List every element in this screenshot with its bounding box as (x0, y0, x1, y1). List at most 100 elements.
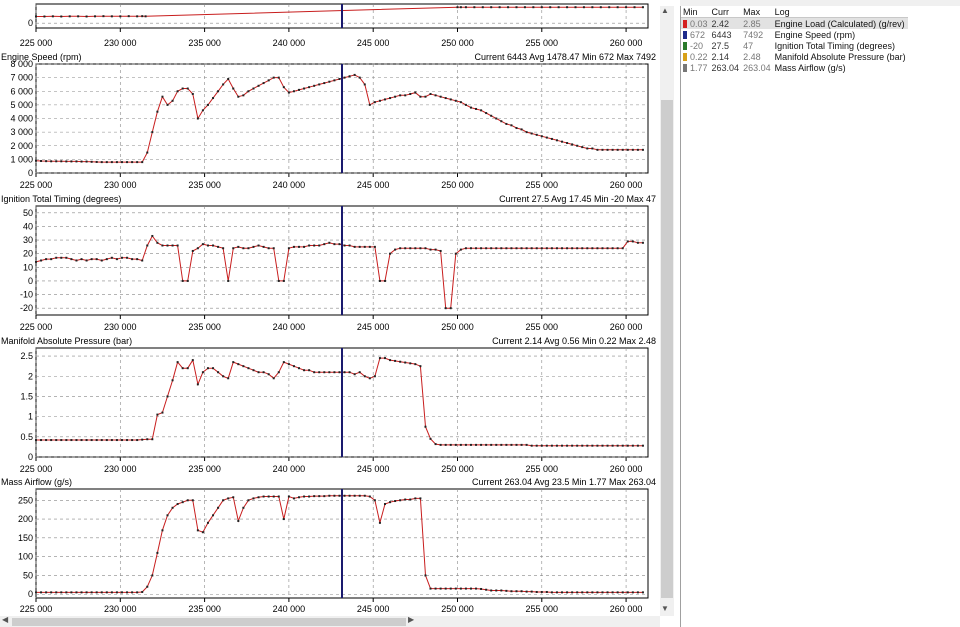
x-tick-label: 245 000 (357, 322, 390, 332)
data-point (549, 6, 552, 9)
data-point (201, 109, 204, 112)
data-point (581, 591, 584, 594)
data-point (65, 256, 68, 259)
data-point (126, 591, 129, 594)
data-point (439, 443, 442, 446)
data-point (414, 363, 417, 366)
data-point (146, 585, 149, 588)
y-tick-label: -10 (20, 290, 33, 300)
legend-row-mass-airflow[interactable]: 1.77 263.04 263.04 Mass Airflow (g/s) (681, 62, 908, 73)
charts-svg[interactable]: 225 000 230 000 235 000 240 000 245 000 250 0… (0, 0, 680, 627)
y-tick-label: 2.5 (20, 351, 33, 361)
y-tick-label: 1 000 (10, 154, 33, 164)
data-point (176, 90, 179, 93)
data-point (80, 258, 83, 261)
data-point (389, 97, 392, 100)
data-point (616, 591, 619, 594)
data-point (343, 244, 346, 247)
data-point (90, 258, 93, 261)
horizontal-scroll-thumb[interactable] (12, 618, 406, 626)
legend-max: 2.85 (741, 17, 773, 29)
data-point (60, 15, 63, 18)
x-tick-label: 250 000 (441, 180, 474, 190)
data-point (500, 589, 503, 592)
x-tick-label: 245 000 (357, 604, 390, 614)
legend-row-manifold-pressure[interactable]: 0.22 2.14 2.48 Manifold Absolute Pressur… (681, 51, 908, 62)
data-point (414, 247, 417, 250)
data-point (201, 243, 204, 246)
data-point (110, 256, 113, 259)
vertical-scroll-thumb[interactable] (661, 100, 673, 598)
data-point (368, 103, 371, 106)
data-point (353, 494, 356, 497)
data-point (313, 495, 316, 498)
data-point (611, 444, 614, 447)
scroll-left-arrow-icon[interactable]: ◀ (2, 615, 8, 624)
data-point (444, 97, 447, 100)
data-point (70, 160, 73, 163)
data-point (586, 147, 589, 150)
x-tick-label: 255 000 (526, 38, 559, 48)
data-point (181, 501, 184, 504)
data-point (247, 499, 250, 502)
chart-stats: Current 6443 Avg 1478.47 Min 672 Max 749… (475, 52, 656, 62)
header-min[interactable]: Min (681, 6, 710, 18)
data-point (50, 160, 53, 163)
legend-max: 7492 (743, 29, 764, 40)
legend-row-engine-speed[interactable]: 672 6443 7492 Engine Speed (rpm) (681, 29, 908, 40)
data-point (298, 88, 301, 91)
data-point (626, 240, 629, 243)
data-point (616, 148, 619, 151)
data-point (171, 244, 174, 247)
data-point (515, 127, 518, 130)
data-point (601, 247, 604, 250)
data-point (464, 103, 467, 106)
data-point (318, 495, 321, 498)
data-point (409, 362, 412, 365)
data-point (212, 514, 215, 517)
data-point (596, 247, 599, 250)
data-point (525, 131, 528, 134)
y-tick-label: -20 (20, 303, 33, 313)
data-point (252, 497, 255, 500)
data-point (282, 361, 285, 364)
data-point (510, 443, 513, 446)
scroll-down-arrow-icon[interactable]: ▼ (661, 604, 669, 613)
data-point (136, 439, 139, 442)
data-point (40, 259, 43, 262)
data-point (641, 444, 644, 447)
data-point (550, 137, 553, 140)
data-point (318, 83, 321, 86)
scroll-right-arrow-icon[interactable]: ▶ (408, 615, 414, 624)
data-point (601, 591, 604, 594)
data-point (348, 494, 351, 497)
data-point (136, 258, 139, 261)
header-max[interactable]: Max (741, 6, 773, 18)
data-point (469, 443, 472, 446)
legend-row-engine-load[interactable]: 0.03 2.42 2.85 Engine Load (Calculated) … (681, 17, 908, 29)
data-point (515, 247, 518, 250)
data-point (424, 95, 427, 98)
data-point (262, 371, 265, 374)
data-point (176, 244, 179, 247)
scroll-up-arrow-icon[interactable]: ▲ (661, 6, 669, 15)
data-point (591, 147, 594, 150)
data-point (571, 444, 574, 447)
data-point (586, 247, 589, 250)
data-point (399, 360, 402, 363)
data-point (530, 132, 533, 135)
data-point (485, 443, 488, 446)
data-point (439, 249, 442, 252)
data-point (105, 161, 108, 164)
data-point (469, 247, 472, 250)
data-point (237, 363, 240, 366)
data-point (308, 244, 311, 247)
header-curr[interactable]: Curr (709, 6, 742, 18)
data-point (227, 377, 230, 380)
header-log[interactable]: Log (772, 6, 908, 18)
data-point (505, 443, 508, 446)
legend-row-ignition-timing[interactable]: -20 27.5 47 Ignition Total Timing (degre… (681, 40, 908, 51)
data-point (166, 514, 169, 517)
data-point (485, 588, 488, 591)
data-point (186, 279, 189, 282)
